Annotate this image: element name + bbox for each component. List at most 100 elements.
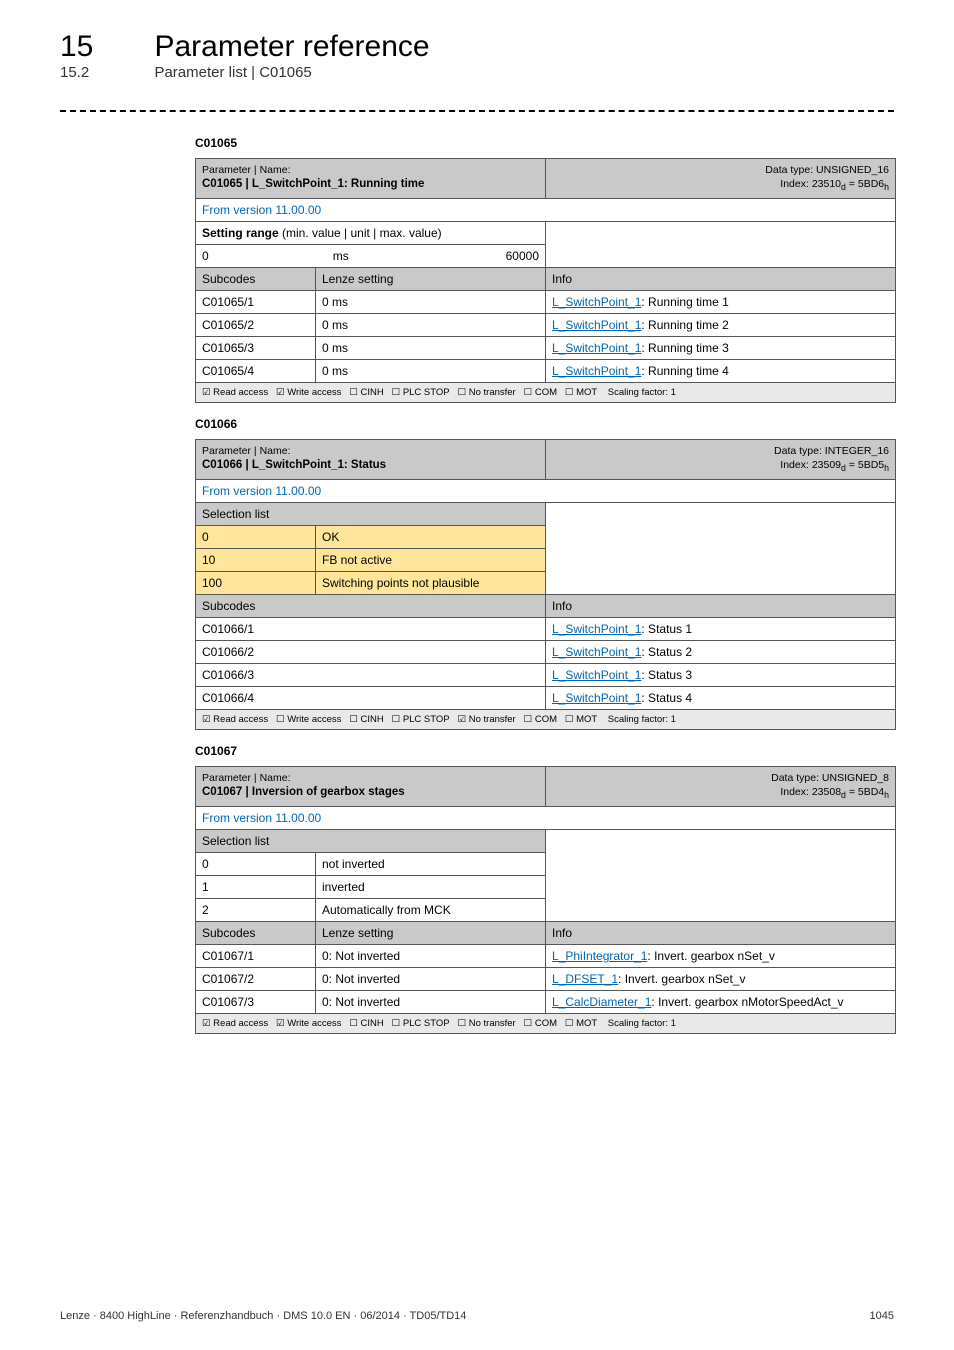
param-label: Parameter | Name: bbox=[202, 164, 291, 176]
opt-num: 100 bbox=[196, 572, 316, 595]
info-tail: : Invert. gearbox nSet_v bbox=[618, 972, 745, 986]
subcodes-header: Subcodes bbox=[196, 595, 546, 618]
empty-cell bbox=[546, 503, 896, 595]
table-row: C01065/2 0 ms L_SwitchPoint_1: Running t… bbox=[196, 314, 896, 337]
cinh-label: CINH bbox=[360, 714, 383, 725]
param-name: C01066 | L_SwitchPoint_1: Status bbox=[202, 459, 386, 471]
info-tail: : Status 4 bbox=[641, 691, 692, 705]
index-text: Index: 23508 bbox=[780, 786, 841, 798]
access-footer: ☑ Read access ☐ Write access ☐ CINH ☐ PL… bbox=[196, 710, 896, 730]
table-row: C01065/3 0 ms L_SwitchPoint_1: Running t… bbox=[196, 337, 896, 360]
lenze-value: 0 ms bbox=[316, 337, 546, 360]
info-cell: L_SwitchPoint_1: Running time 4 bbox=[546, 360, 896, 383]
access-footer: ☑ Read access ☑ Write access ☐ CINH ☐ PL… bbox=[196, 1014, 896, 1034]
index-eq: = 5BD5 bbox=[846, 459, 884, 471]
empty-cell bbox=[546, 222, 896, 268]
table-c01067: Parameter | Name: C01067 | Inversion of … bbox=[195, 766, 896, 1034]
opt-text: Automatically from MCK bbox=[316, 899, 546, 922]
lenze-value: 0 ms bbox=[316, 360, 546, 383]
mot-label: MOT bbox=[576, 387, 597, 398]
checkbox-icon: ☐ bbox=[458, 1018, 467, 1029]
index-h: h bbox=[884, 790, 889, 800]
info-cell: L_SwitchPoint_1: Running time 2 bbox=[546, 314, 896, 337]
version-row: From version 11.00.00 bbox=[196, 199, 896, 222]
subcode: C01066/3 bbox=[196, 664, 546, 687]
scaling-label: Scaling factor: 1 bbox=[608, 1018, 676, 1029]
info-tail: : Invert. gearbox nMotorSpeedAct_v bbox=[651, 995, 843, 1009]
scaling-label: Scaling factor: 1 bbox=[608, 714, 676, 725]
divider bbox=[60, 110, 894, 112]
page-header: 15 Parameter reference 15.2 Parameter li… bbox=[60, 30, 894, 82]
unit-value: ms bbox=[256, 245, 425, 267]
setting-range-label: Setting range bbox=[202, 226, 279, 240]
info-cell: L_SwitchPoint_1: Status 3 bbox=[546, 664, 896, 687]
table-row: C01065/4 0 ms L_SwitchPoint_1: Running t… bbox=[196, 360, 896, 383]
version-link[interactable]: From version 11.00.00 bbox=[202, 811, 321, 825]
checkbox-icon: ☑ bbox=[202, 714, 211, 725]
version-link[interactable]: From version 11.00.00 bbox=[202, 484, 321, 498]
info-link[interactable]: L_CalcDiameter_1 bbox=[552, 995, 651, 1009]
checkbox-icon: ☐ bbox=[392, 387, 401, 398]
subcodes-header: Subcodes bbox=[196, 922, 316, 945]
data-type: Data type: UNSIGNED_8 bbox=[771, 772, 889, 784]
info-link[interactable]: L_SwitchPoint_1 bbox=[552, 622, 641, 636]
param-type-cell: Data type: UNSIGNED_8 Index: 23508d = 5B… bbox=[546, 767, 896, 807]
table-row: C01066/4 L_SwitchPoint_1: Status 4 bbox=[196, 687, 896, 710]
opt-num: 1 bbox=[196, 876, 316, 899]
info-link[interactable]: L_SwitchPoint_1 bbox=[552, 295, 641, 309]
lenze-value: 0 ms bbox=[316, 291, 546, 314]
info-link[interactable]: L_SwitchPoint_1 bbox=[552, 645, 641, 659]
plc-label: PLC STOP bbox=[403, 1018, 450, 1029]
info-link[interactable]: L_SwitchPoint_1 bbox=[552, 364, 641, 378]
info-cell: L_SwitchPoint_1: Status 1 bbox=[546, 618, 896, 641]
subcode: C01066/2 bbox=[196, 641, 546, 664]
param-name-cell: Parameter | Name: C01066 | L_SwitchPoint… bbox=[196, 440, 546, 480]
max-value: 60000 bbox=[425, 245, 545, 267]
checkbox-icon: ☐ bbox=[392, 714, 401, 725]
checkbox-icon: ☐ bbox=[524, 387, 533, 398]
data-type: Data type: UNSIGNED_16 bbox=[765, 164, 889, 176]
footer-page: 1045 bbox=[870, 1310, 894, 1322]
opt-text: FB not active bbox=[316, 549, 546, 572]
info-cell: L_SwitchPoint_1: Status 2 bbox=[546, 641, 896, 664]
table-row: C01067/3 0: Not inverted L_CalcDiameter_… bbox=[196, 991, 896, 1014]
lenze-header: Lenze setting bbox=[316, 268, 546, 291]
info-link[interactable]: L_SwitchPoint_1 bbox=[552, 691, 641, 705]
version-link[interactable]: From version 11.00.00 bbox=[202, 203, 321, 217]
index-h: h bbox=[884, 463, 889, 473]
checkbox-icon: ☐ bbox=[565, 1018, 574, 1029]
access-footer: ☑ Read access ☑ Write access ☐ CINH ☐ PL… bbox=[196, 383, 896, 403]
info-tail: : Status 2 bbox=[641, 645, 692, 659]
opt-text: OK bbox=[316, 526, 546, 549]
checkbox-icon: ☐ bbox=[565, 387, 574, 398]
info-tail: : Status 1 bbox=[641, 622, 692, 636]
setting-range-cell: Setting range (min. value | unit | max. … bbox=[196, 222, 546, 245]
subcode: C01065/4 bbox=[196, 360, 316, 383]
page-footer: Lenze · 8400 HighLine · Referenzhandbuch… bbox=[60, 1310, 894, 1322]
read-label: Read access bbox=[213, 387, 268, 398]
chapter-number: 15 bbox=[60, 30, 150, 64]
info-link[interactable]: L_SwitchPoint_1 bbox=[552, 668, 641, 682]
write-label: Write access bbox=[287, 387, 341, 398]
anchor-c01065: C01065 bbox=[195, 136, 894, 150]
param-name: C01065 | L_SwitchPoint_1: Running time bbox=[202, 178, 424, 190]
info-tail: : Running time 2 bbox=[641, 318, 728, 332]
lenze-value: 0: Not inverted bbox=[316, 968, 546, 991]
checkbox-icon: ☑ bbox=[276, 387, 285, 398]
write-label: Write access bbox=[287, 1018, 341, 1029]
read-label: Read access bbox=[213, 714, 268, 725]
info-cell: L_SwitchPoint_1: Running time 1 bbox=[546, 291, 896, 314]
info-link[interactable]: L_SwitchPoint_1 bbox=[552, 318, 641, 332]
write-label: Write access bbox=[287, 714, 341, 725]
table-row: C01066/3 L_SwitchPoint_1: Status 3 bbox=[196, 664, 896, 687]
info-link[interactable]: L_DFSET_1 bbox=[552, 972, 618, 986]
subcode: C01067/1 bbox=[196, 945, 316, 968]
info-link[interactable]: L_PhiIntegrator_1 bbox=[552, 949, 647, 963]
checkbox-icon: ☐ bbox=[458, 387, 467, 398]
opt-text: not inverted bbox=[316, 853, 546, 876]
info-link[interactable]: L_SwitchPoint_1 bbox=[552, 341, 641, 355]
info-tail: : Running time 1 bbox=[641, 295, 728, 309]
section-number: 15.2 bbox=[60, 64, 150, 81]
index-h: h bbox=[884, 182, 889, 192]
index-eq: = 5BD6 bbox=[846, 178, 884, 190]
